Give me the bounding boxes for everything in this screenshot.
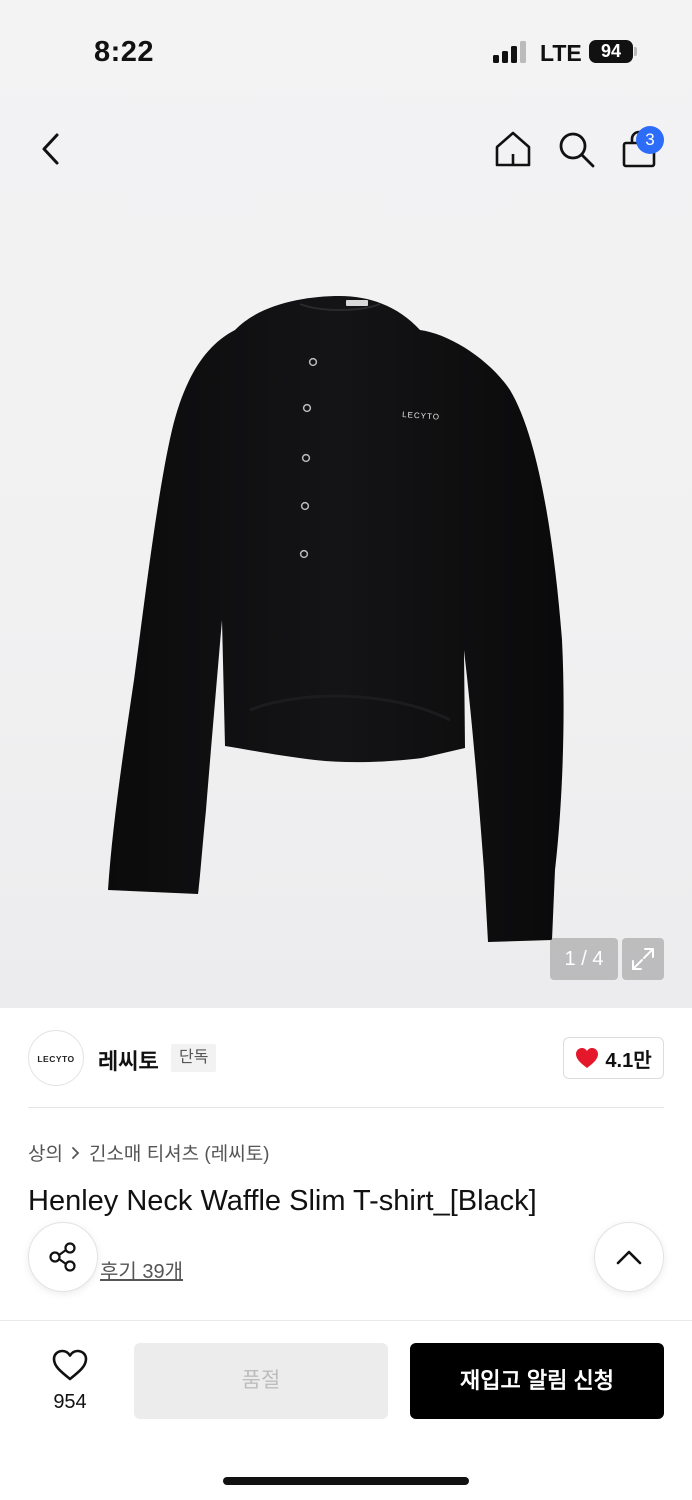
wishlist-button[interactable]: 954 [34,1345,106,1415]
brand-like-button[interactable]: 4.1만 [563,1037,664,1079]
share-button[interactable] [28,1222,98,1292]
product-title: Henley Neck Waffle Slim T-shirt_[Black] [28,1185,537,1217]
battery-tip [634,47,637,56]
heart-filled-icon [576,1048,599,1068]
breadcrumb: 상의 긴소매 티셔츠 (레씨토) [28,1139,270,1166]
home-indicator[interactable] [223,1477,469,1485]
brand-logo[interactable]: LECYTO [28,1030,84,1086]
cart-count-badge: 3 [636,126,664,154]
signal-icon [493,41,527,63]
brand-like-count: 4.1만 [605,1049,652,1072]
exclusive-badge: 단독 [171,1044,217,1072]
search-icon [559,132,595,168]
home-icon [495,131,531,167]
bottom-action-bar: 954 품절 재입고 알림 신청 [0,1320,692,1500]
chevron-up-icon [616,1250,642,1265]
home-button[interactable] [490,126,536,172]
battery-icon: 94 [589,40,633,63]
breadcrumb-item-category[interactable]: 상의 [28,1139,63,1166]
image-counter: 1 / 4 [550,938,618,980]
brand-row: LECYTO 레씨토 단독 4.1만 [28,1030,664,1086]
expand-icon [632,948,654,970]
heart-outline-icon [52,1349,88,1381]
brand-name[interactable]: 레씨토 [98,1044,159,1076]
back-button[interactable] [28,126,74,172]
search-button[interactable] [553,126,599,172]
status-time: 8:22 [94,36,155,68]
divider [28,1107,664,1108]
expand-button[interactable] [622,938,664,980]
chevron-left-icon [42,133,59,165]
status-bar: 8:22 LTE 94 [0,0,692,100]
scroll-top-button[interactable] [594,1222,664,1292]
product-image[interactable]: LECYTO [100,290,580,950]
product-gallery[interactable]: 8:22 LTE 94 3 LECYTO 1 / 4 [0,0,692,1008]
chevron-right-icon [72,1146,80,1159]
soldout-button[interactable]: 품절 [134,1343,388,1419]
wishlist-count: 954 [53,1391,87,1413]
share-icon [49,1242,76,1272]
restock-alert-button[interactable]: 재입고 알림 신청 [410,1343,664,1419]
review-link[interactable]: 후기 39개 [100,1255,183,1284]
network-type: LTE [540,40,582,66]
breadcrumb-item-subcategory[interactable]: 긴소매 티셔츠 (레씨토) [89,1139,270,1166]
